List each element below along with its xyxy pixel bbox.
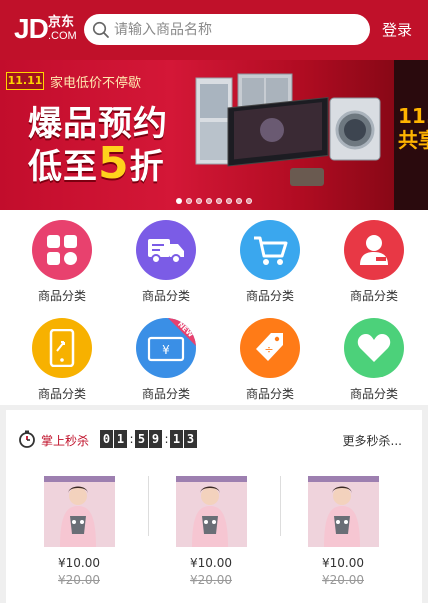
product-original-price: ¥20.00: [322, 573, 364, 587]
top-header: JD 京东 .COM 登录: [0, 0, 428, 60]
timer-digit: 1: [170, 430, 183, 448]
price-tag-icon: ÷: [240, 318, 300, 378]
pagination-dot[interactable]: [246, 198, 252, 204]
banner-headline-2: 低至5折: [28, 138, 165, 189]
heart-icon: [344, 318, 404, 378]
category-label: 商品分类: [141, 387, 190, 401]
category-item[interactable]: ¥ NEW 商品分类: [114, 308, 218, 404]
flash-sale-header: 掌上秒杀 0 1 : 5 9 : 1 3 更多秒杀...: [6, 410, 422, 466]
countdown-timer: 0 1 : 5 9 : 1 3: [100, 430, 198, 448]
timer-digit: 9: [149, 430, 162, 448]
grid-icon: [32, 220, 92, 280]
category-label: 商品分类: [349, 387, 398, 401]
flash-sale-title: 掌上秒杀: [41, 434, 90, 448]
timer-separator: :: [129, 432, 134, 446]
category-item[interactable]: 商品分类: [322, 308, 426, 404]
search-box[interactable]: [84, 14, 370, 45]
product-price: ¥10.00: [190, 556, 232, 570]
pagination-dot[interactable]: [176, 198, 182, 204]
category-label: 商品分类: [245, 289, 294, 303]
logo-cn-text: 京东: [48, 15, 75, 30]
category-item[interactable]: 商品分类: [114, 210, 218, 306]
banner-slogan: 家电低价不停歇: [50, 76, 142, 91]
timer-separator: :: [164, 432, 169, 446]
truck-icon: [136, 220, 196, 280]
cart-icon: [240, 220, 300, 280]
promo-banner[interactable]: 11.11 家电低价不停歇 爆品预约 低至5折 11.1 共享: [0, 60, 428, 210]
pagination-dot[interactable]: [226, 198, 232, 204]
banner-side-text: 11.1 共享: [398, 104, 428, 152]
category-item[interactable]: ÷ 商品分类: [218, 308, 322, 404]
product-image: [44, 476, 115, 547]
timer-digit: 0: [100, 430, 113, 448]
product-original-price: ¥20.00: [190, 573, 232, 587]
banner-discount-number: 5: [98, 138, 130, 189]
login-button[interactable]: 登录: [382, 19, 412, 40]
timer-digit: 5: [135, 430, 148, 448]
svg-text:¥: ¥: [162, 343, 170, 357]
appliances-image: [195, 73, 381, 186]
product-card[interactable]: ¥10.00 ¥20.00: [6, 476, 138, 596]
stopwatch-icon: [19, 430, 35, 448]
category-item[interactable]: 商品分类: [10, 308, 114, 404]
search-input[interactable]: [114, 18, 354, 41]
timer-digit: 1: [114, 430, 127, 448]
category-label: 商品分类: [141, 289, 190, 303]
product-price: ¥10.00: [322, 556, 364, 570]
banner-pagination: [176, 198, 252, 204]
product-image: [308, 476, 379, 547]
timer-digit: 3: [184, 430, 197, 448]
more-flash-sale-link[interactable]: 更多秒杀...: [343, 432, 402, 449]
category-label: 商品分类: [37, 289, 86, 303]
flash-sale-section: 掌上秒杀 0 1 : 5 9 : 1 3 更多秒杀... ¥10.00 ¥20.…: [6, 410, 422, 603]
category-item[interactable]: 商品分类: [322, 210, 426, 306]
search-icon: [92, 21, 109, 38]
banner-side-preview: 11.1 共享: [394, 60, 428, 210]
category-item[interactable]: 商品分类: [10, 210, 114, 306]
banner-headline-2-prefix: 低至: [28, 147, 98, 187]
category-item[interactable]: 商品分类: [218, 210, 322, 306]
banner-headline-2-suffix: 折: [129, 147, 165, 187]
pagination-dot[interactable]: [186, 198, 192, 204]
logo-text: JD: [14, 13, 49, 44]
category-grid: 商品分类 商品分类 商品分类 商品分类 商品分类 ¥ NEW 商品分类 ÷ 商品…: [0, 210, 428, 405]
product-price: ¥10.00: [58, 556, 100, 570]
pagination-dot[interactable]: [196, 198, 202, 204]
user-icon: [344, 220, 404, 280]
pagination-dot[interactable]: [206, 198, 212, 204]
mobile-home-page: JD 京东 .COM 登录 11.11 家电低价不停歇 爆品预约 低至5折: [0, 0, 428, 603]
phone-icon: [32, 318, 92, 378]
banner-tag: 11.11: [6, 72, 44, 90]
svg-text:÷: ÷: [264, 343, 273, 356]
category-label: 商品分类: [37, 387, 86, 401]
product-original-price: ¥20.00: [58, 573, 100, 587]
ticket-icon: ¥ NEW: [136, 318, 196, 378]
category-label: 商品分类: [245, 387, 294, 401]
category-label: 商品分类: [349, 289, 398, 303]
pagination-dot[interactable]: [216, 198, 222, 204]
product-card[interactable]: ¥10.00 ¥20.00: [138, 476, 270, 596]
product-image: [176, 476, 247, 547]
logo-com-text: .COM: [48, 30, 77, 42]
pagination-dot[interactable]: [236, 198, 242, 204]
jd-logo[interactable]: JD 京东 .COM: [14, 13, 77, 44]
product-card[interactable]: ¥10.00 ¥20.00: [270, 476, 402, 596]
